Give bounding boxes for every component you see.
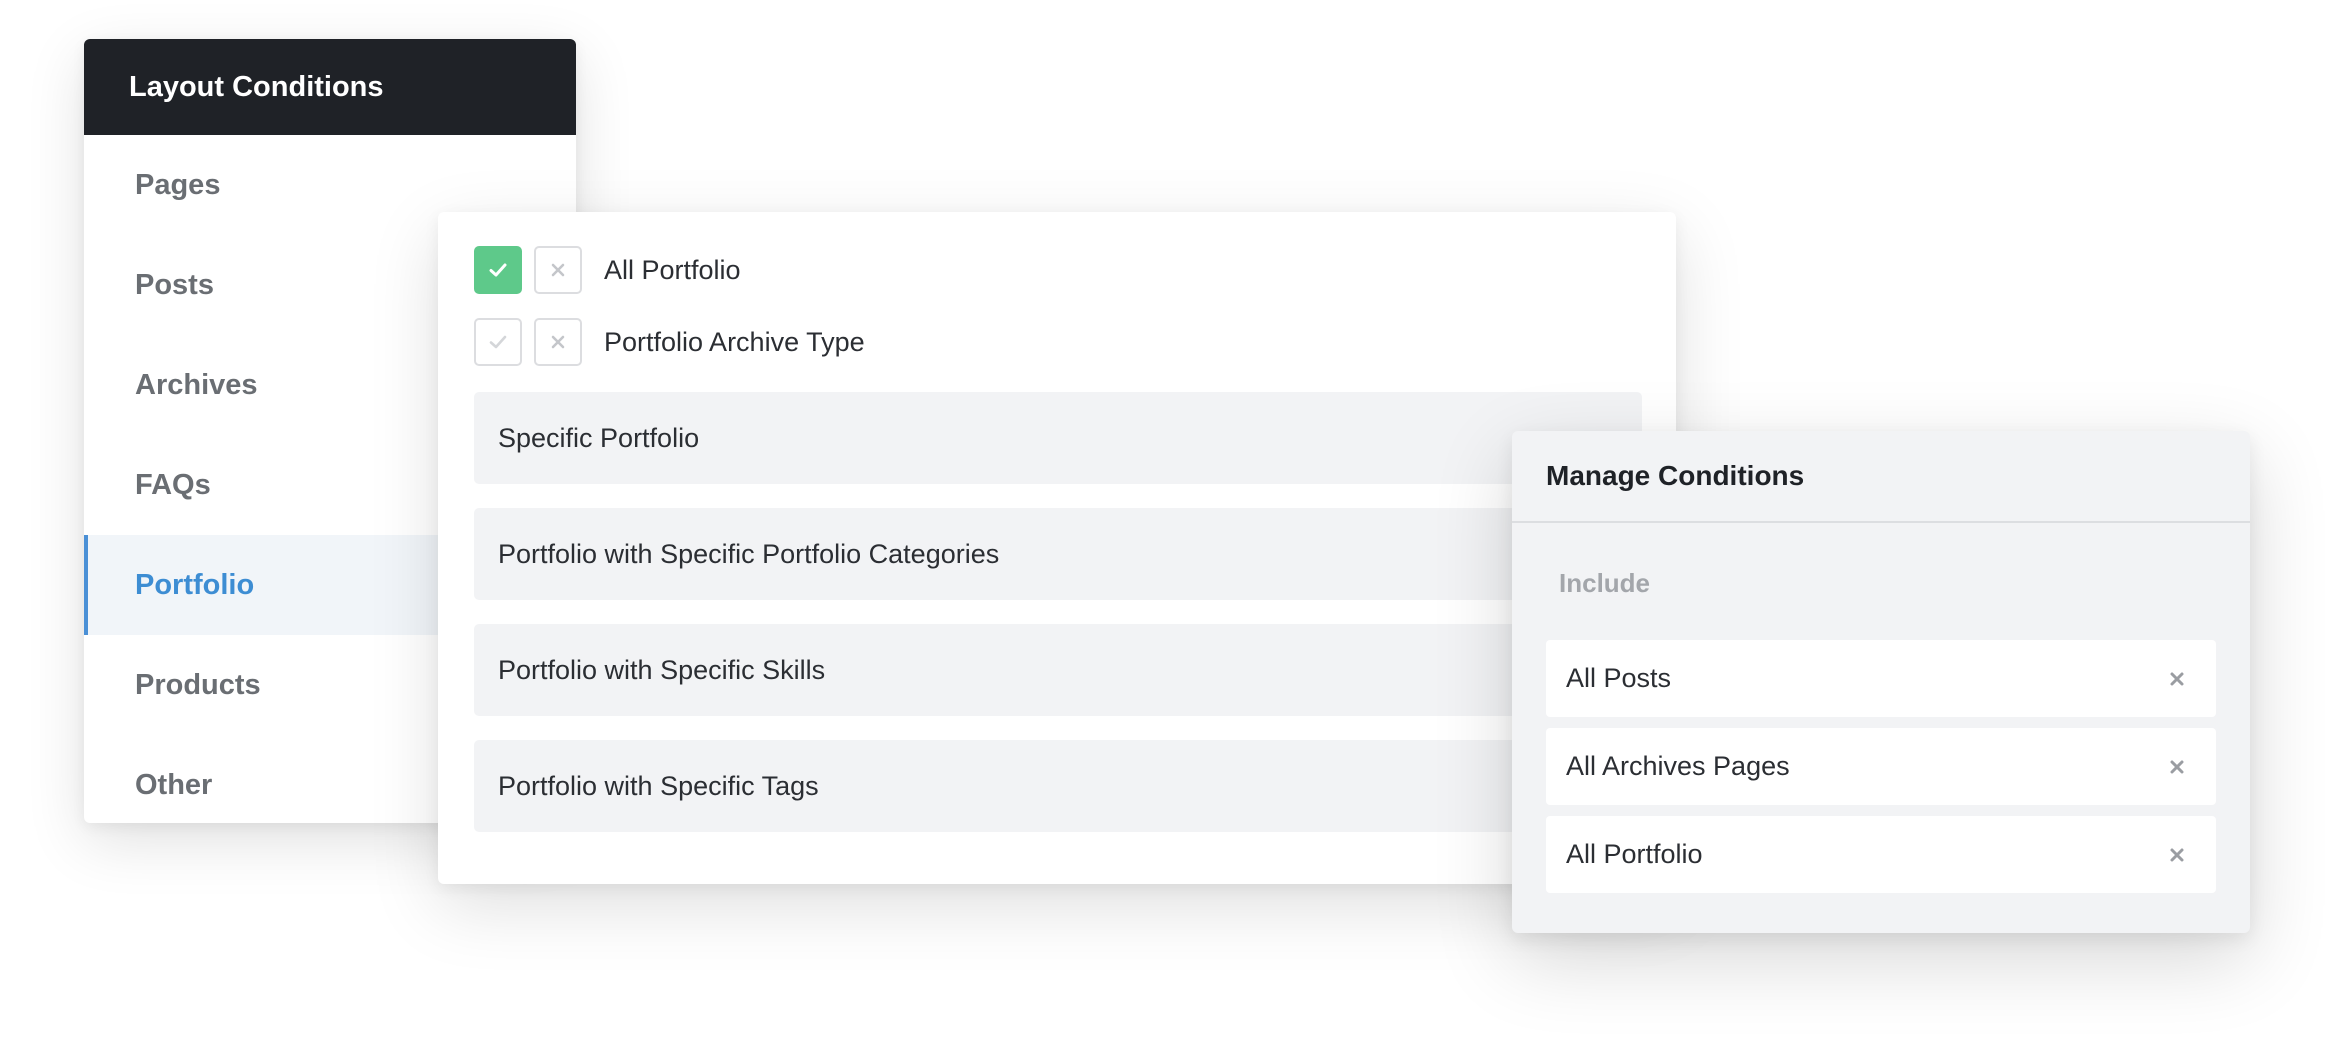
include-checkbox[interactable]	[474, 246, 522, 294]
sidebar-item-label: Archives	[135, 368, 258, 401]
sidebar-item-label: Pages	[135, 168, 221, 201]
condition-label: All Archives Pages	[1566, 751, 1790, 781]
close-icon	[2170, 672, 2184, 685]
check-row-all-portfolio: All Portfolio	[474, 246, 741, 294]
check-row-portfolio-archive-type: Portfolio Archive Type	[474, 318, 865, 366]
sidebar-item-label: Posts	[135, 268, 214, 301]
close-icon	[551, 263, 565, 277]
condition-label: All Posts	[1566, 663, 1672, 693]
remove-condition-button[interactable]	[2162, 664, 2192, 694]
condition-item: All Portfolio	[1546, 816, 2216, 893]
condition-item: All Posts	[1546, 640, 2216, 717]
check-icon	[489, 335, 507, 349]
option-specific-portfolio[interactable]: Specific Portfolio	[474, 392, 1642, 484]
option-portfolio-specific-tags[interactable]: Portfolio with Specific Tags	[474, 740, 1642, 832]
check-label: All Portfolio	[604, 254, 741, 285]
exclude-checkbox[interactable]	[534, 246, 582, 294]
option-label: Portfolio with Specific Skills	[498, 654, 826, 685]
close-icon	[2170, 760, 2184, 773]
option-label: Portfolio with Specific Portfolio Catego…	[498, 538, 1000, 569]
option-label: Portfolio with Specific Tags	[498, 770, 819, 801]
manage-conditions-panel: Manage Conditions Include All Posts All …	[1512, 431, 2250, 933]
include-section-label: Include	[1559, 568, 1651, 598]
exclude-checkbox[interactable]	[534, 318, 582, 366]
check-label: Portfolio Archive Type	[604, 326, 865, 357]
close-icon	[2170, 848, 2184, 861]
check-icon	[489, 263, 507, 277]
condition-item: All Archives Pages	[1546, 728, 2216, 805]
sidebar-item-label: Products	[135, 668, 261, 701]
sidebar-item-label: FAQs	[135, 468, 211, 501]
remove-condition-button[interactable]	[2162, 752, 2192, 782]
option-portfolio-specific-categories[interactable]: Portfolio with Specific Portfolio Catego…	[474, 508, 1642, 600]
include-checkbox[interactable]	[474, 318, 522, 366]
layout-conditions-title: Layout Conditions	[84, 39, 576, 135]
option-label: Specific Portfolio	[498, 422, 700, 453]
portfolio-options-panel: All Portfolio Portfolio Archive Type Spe…	[438, 212, 1676, 884]
manage-conditions-title: Manage Conditions	[1512, 431, 2250, 523]
option-portfolio-specific-skills[interactable]: Portfolio with Specific Skills	[474, 624, 1642, 716]
condition-label: All Portfolio	[1566, 839, 1703, 869]
remove-condition-button[interactable]	[2162, 840, 2192, 870]
sidebar-item-label: Portfolio	[135, 568, 255, 601]
close-icon	[551, 335, 565, 349]
sidebar-item-label: Other	[135, 768, 213, 801]
stage: Layout Conditions Pages Posts Archives F…	[0, 0, 2334, 1061]
